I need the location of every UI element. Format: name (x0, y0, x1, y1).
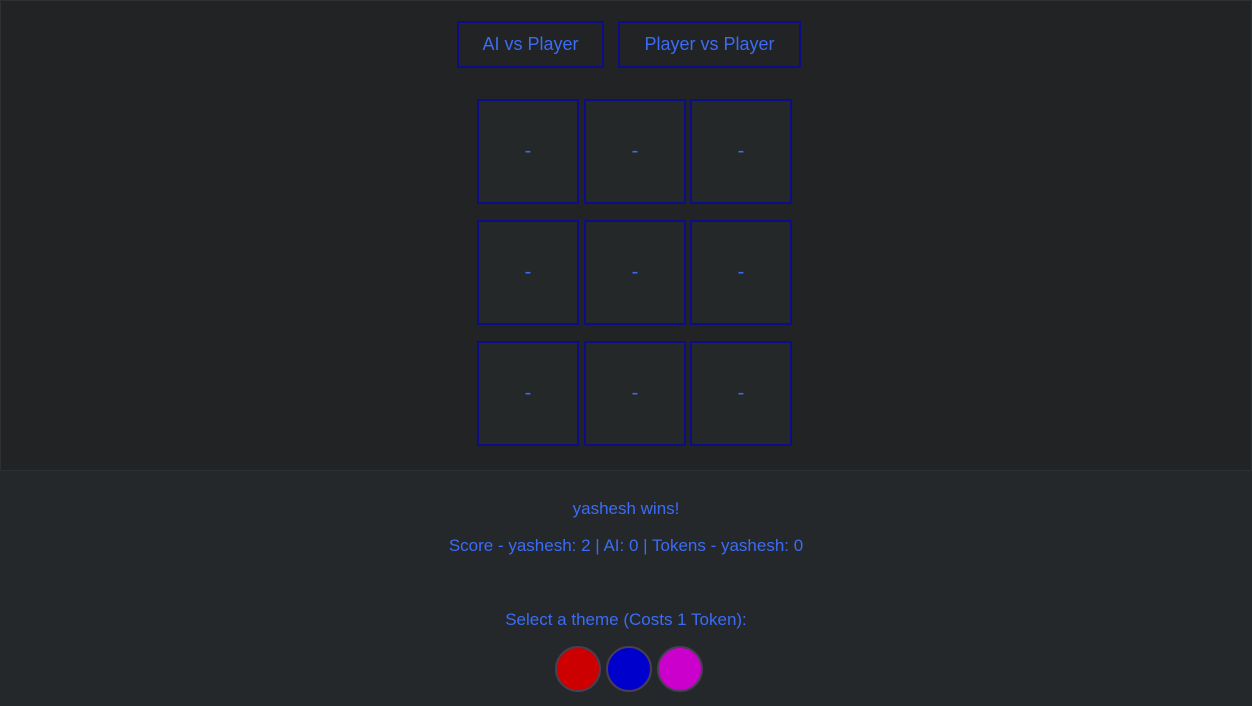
winner-message: yashesh wins! (572, 499, 680, 518)
score-display: Score - yashesh: 2 | AI: 0 | Tokens - ya… (448, 536, 804, 555)
player-vs-player-button[interactable]: Player vs Player (618, 21, 801, 68)
board-cell-4[interactable]: - (584, 220, 686, 325)
theme-swatch-red[interactable] (555, 646, 601, 692)
ai-vs-player-button[interactable]: AI vs Player (457, 21, 604, 68)
board-cell-7[interactable]: - (584, 341, 686, 446)
board-cell-2[interactable]: - (690, 99, 792, 204)
board-cell-3[interactable]: - (477, 220, 579, 325)
theme-swatch-blue[interactable] (606, 646, 652, 692)
theme-selector-label: Select a theme (Costs 1 Token): (505, 610, 747, 629)
theme-swatch-magenta[interactable] (657, 646, 703, 692)
board-cell-1[interactable]: - (584, 99, 686, 204)
board-cell-8[interactable]: - (690, 341, 792, 446)
board-cell-5[interactable]: - (690, 220, 792, 325)
board-cell-0[interactable]: - (477, 99, 579, 204)
board-cell-6[interactable]: - (477, 341, 579, 446)
